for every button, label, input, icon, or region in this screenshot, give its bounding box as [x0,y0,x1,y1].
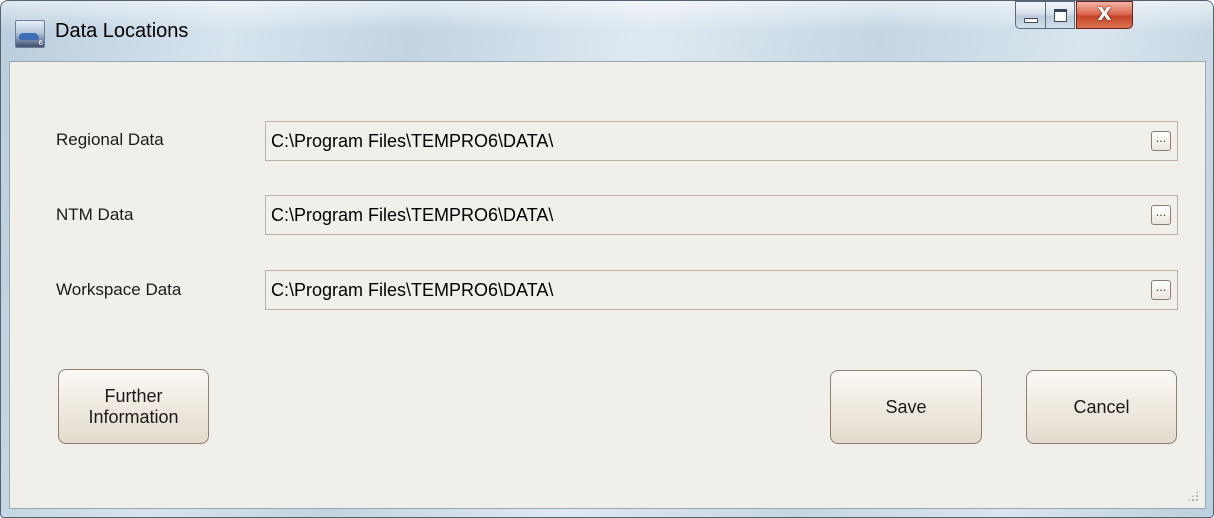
resize-grip-icon[interactable] [1187,490,1199,502]
data-locations-window: 6 Data Locations X Regional Data C:\Prog… [0,0,1214,518]
maximize-button[interactable] [1045,1,1075,29]
ntm-data-browse-button[interactable]: ··· [1151,205,1171,225]
further-information-line-2: Information [88,406,179,427]
minimize-button[interactable] [1015,1,1045,29]
further-information-label: Further Information [88,386,178,428]
ntm-data-path-field[interactable]: C:\Program Files\TEMPRO6\DATA\ ··· [265,195,1178,235]
regional-data-browse-button[interactable]: ··· [1151,131,1171,151]
close-button[interactable]: X [1076,1,1133,29]
dialog-client-area: Regional Data C:\Program Files\TEMPRO6\D… [9,61,1206,509]
regional-data-path-value: C:\Program Files\TEMPRO6\DATA\ [271,131,554,151]
regional-data-path-field[interactable]: C:\Program Files\TEMPRO6\DATA\ ··· [265,121,1178,161]
further-information-button[interactable]: Further Information [58,369,209,444]
workspace-data-path-value: C:\Program Files\TEMPRO6\DATA\ [271,280,554,300]
maximize-icon [1053,8,1067,22]
ellipsis-icon: ··· [1155,283,1167,297]
minimize-icon [1023,17,1038,23]
ntm-data-path-value: C:\Program Files\TEMPRO6\DATA\ [271,205,554,225]
workspace-data-label: Workspace Data [56,280,182,299]
window-title: Data Locations [55,20,189,42]
cancel-button[interactable]: Cancel [1026,370,1177,444]
app-icon-caption: 6 [38,39,43,47]
workspace-data-path-field[interactable]: C:\Program Files\TEMPRO6\DATA\ ··· [265,270,1178,310]
ntm-data-label: NTM Data [56,205,134,224]
ellipsis-icon: ··· [1155,134,1167,148]
title-bar[interactable]: 6 Data Locations X [1,1,1213,61]
tempro-car-icon[interactable]: 6 [15,20,45,48]
close-icon: X [1097,4,1112,25]
workspace-data-browse-button[interactable]: ··· [1151,280,1171,300]
regional-data-label: Regional Data [56,130,164,149]
save-button[interactable]: Save [830,370,982,444]
save-button-label: Save [885,396,927,417]
cancel-button-label: Cancel [1073,396,1130,417]
ellipsis-icon: ··· [1155,208,1167,222]
car-shape [19,33,39,40]
further-information-line-1: Further [104,385,163,406]
